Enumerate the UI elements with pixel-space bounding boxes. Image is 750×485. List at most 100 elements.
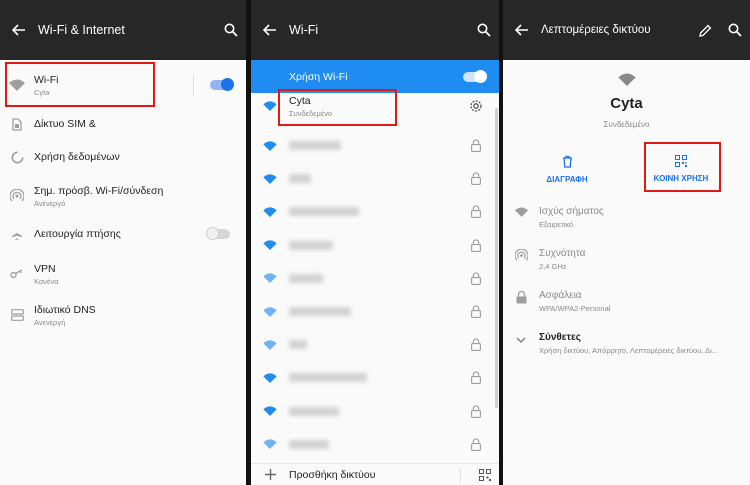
settings-item-private-dns[interactable]: Ιδιωτικό DNS Ανενεργή (0, 300, 246, 330)
wifi-signal-icon (251, 174, 289, 184)
network-item[interactable] (251, 229, 491, 262)
obscured-network-name (289, 307, 351, 316)
data-usage-icon (0, 150, 34, 164)
item-label: Wi-Fi (34, 73, 59, 86)
wifi-signal-icon (251, 406, 289, 417)
detail-value: WPA/WPA2-Personal (539, 304, 611, 313)
divider (193, 74, 194, 96)
item-subtitle: Ανενεργή (34, 317, 66, 327)
vpn-key-icon (0, 269, 34, 279)
network-item-connected[interactable]: Cyta Συνδεδεμένο (251, 89, 491, 123)
lock-icon (461, 272, 491, 285)
network-item[interactable] (251, 361, 491, 394)
item-label: Ιδιωτικό DNS (34, 303, 96, 316)
item-subtitle: Ανενεργό (34, 198, 66, 208)
lock-icon (461, 172, 491, 186)
settings-item-vpn[interactable]: VPN Κανένα (0, 259, 246, 289)
network-item[interactable] (251, 195, 491, 228)
back-arrow-icon[interactable] (503, 0, 541, 60)
share-button[interactable]: ΚΟΙΝΗ ΧΡΗΣΗ (641, 155, 721, 183)
page-title: Λεπτομέρειες δικτύου (541, 24, 651, 36)
wifi-signal-icon (251, 273, 289, 284)
sim-card-icon (0, 117, 34, 131)
wifi-signal-icon (251, 240, 289, 251)
back-arrow-icon[interactable] (0, 0, 38, 60)
page-title: Wi-Fi (289, 23, 319, 37)
detail-signal-strength: Ισχύς σήματος Εξαιρετικό (503, 206, 750, 229)
detail-advanced[interactable]: Σύνθετες Χρήση δικτύου, Απόρρητο, Λεπτομ… (503, 332, 750, 355)
detail-frequency: Συχνότητα 2,4 GHz (503, 248, 750, 271)
plus-icon (251, 469, 289, 480)
network-item[interactable] (251, 428, 491, 461)
lock-icon (461, 139, 491, 152)
delete-button[interactable]: ΔΙΑΓΡΑΦΗ (527, 155, 607, 184)
airplane-toggle[interactable] (206, 227, 230, 240)
detail-value: Εξαιρετικό (539, 220, 574, 229)
settings-item-airplane[interactable]: Λειτουργία πτήσης (0, 222, 246, 246)
settings-item-sim[interactable]: Δίκτυο SIM & (0, 112, 246, 136)
item-label: Λειτουργία πτήσης (34, 228, 121, 240)
obscured-network-name (289, 207, 359, 217)
search-icon[interactable] (720, 0, 750, 60)
back-arrow-icon[interactable] (251, 0, 289, 60)
wifi-icon (0, 79, 34, 91)
network-item[interactable] (251, 295, 491, 328)
settings-item-data-usage[interactable]: Χρήση δεδομένων (0, 145, 246, 169)
network-item[interactable] (251, 395, 491, 428)
use-wifi-label: Χρήση Wi-Fi (289, 70, 348, 83)
network-item[interactable] (251, 162, 491, 195)
lock-icon (461, 405, 491, 418)
trash-icon (527, 155, 607, 170)
detail-security: Ασφάλεια WPA/WPA2-Personal (503, 290, 750, 313)
wifi-signal-icon (251, 306, 289, 317)
edit-pencil-icon[interactable] (690, 0, 720, 60)
network-status: Συνδεδεμένο (603, 120, 650, 129)
lock-icon (461, 205, 491, 219)
item-label: Δίκτυο SIM & (34, 118, 96, 130)
use-wifi-toggle[interactable] (463, 70, 487, 83)
obscured-network-name (289, 273, 323, 283)
network-item[interactable] (251, 129, 491, 162)
detail-value: 2,4 GHz (539, 262, 567, 271)
search-icon[interactable] (469, 0, 499, 60)
share-label: ΚΟΙΝΗ ΧΡΗΣΗ (653, 174, 709, 183)
settings-item-wifi[interactable]: Wi-Fi Cyta (0, 66, 246, 104)
detail-label: Ασφάλεια (539, 290, 582, 301)
app-bar: Wi-Fi (251, 0, 499, 60)
wifi-icon (503, 206, 539, 217)
network-status: Συνδεδεμένο (289, 108, 333, 118)
app-bar: Wi-Fi & Internet (0, 0, 246, 60)
obscured-network-name (289, 439, 329, 449)
frequency-icon (503, 248, 539, 262)
gear-icon[interactable] (461, 99, 491, 113)
search-icon[interactable] (216, 0, 246, 60)
lock-icon (461, 338, 491, 352)
qr-scan-icon[interactable] (471, 468, 499, 481)
dns-server-icon (0, 309, 34, 321)
detail-label: Συχνότητα (539, 248, 586, 259)
obscured-network-name (289, 406, 339, 416)
wifi-signal-icon (251, 340, 289, 350)
obscured-network-name (289, 141, 341, 150)
add-network-row[interactable]: Προσθήκη δικτύου (251, 463, 499, 485)
obscured-network-name (289, 240, 333, 250)
wifi-signal-icon (251, 140, 289, 151)
settings-item-hotspot[interactable]: Σημ. πρόσβ. Wi-Fi/σύνδεση Ανενεργό (0, 181, 246, 211)
wifi-large-icon (503, 73, 750, 91)
wifi-signal-icon (251, 439, 289, 450)
wifi-signal-icon (251, 373, 289, 383)
screenshot-composite: Wi-Fi & Internet Wi-Fi Cyta Δίκτυο SIM & (0, 0, 750, 485)
scrollbar[interactable] (495, 108, 498, 408)
lock-icon (461, 371, 491, 385)
lock-icon (461, 305, 491, 318)
airplane-icon (0, 227, 34, 241)
detail-label: Ισχύς σήματος (539, 206, 604, 217)
obscured-network-name (289, 340, 307, 350)
item-subtitle: Cyta (34, 87, 50, 97)
wifi-toggle[interactable] (210, 78, 234, 91)
network-item[interactable] (251, 262, 491, 295)
network-item[interactable] (251, 328, 491, 361)
qr-code-icon (641, 155, 721, 169)
wifi-signal-icon (251, 101, 289, 111)
hotspot-icon (0, 189, 34, 203)
